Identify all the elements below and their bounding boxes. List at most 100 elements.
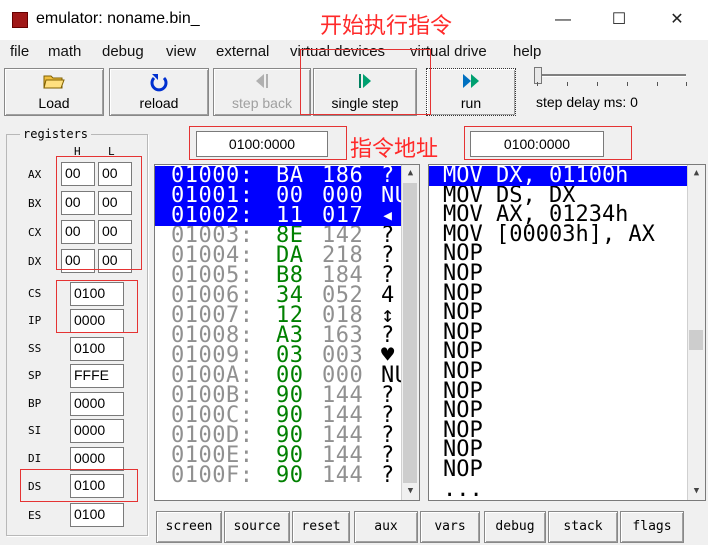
aux-button[interactable]: aux (354, 511, 418, 543)
ss-field[interactable]: 0100 (70, 337, 124, 361)
memory-dec: 184 (322, 263, 364, 288)
memory-addr: 01000: (171, 164, 254, 188)
memory-row[interactable]: 0100E: 90 144? (155, 443, 401, 468)
scroll-thumb[interactable] (403, 183, 417, 483)
memory-addr: 01005: (171, 263, 254, 288)
reg-name-ss: SS (28, 342, 42, 355)
memory-row[interactable]: 0100B: 90 144? (155, 385, 401, 407)
memory-hex: 34 (276, 283, 304, 308)
scroll-thumb[interactable] (689, 330, 703, 350)
menu-view[interactable]: view (166, 43, 196, 60)
disassembly-row[interactable]: ... (429, 478, 687, 500)
bp-field[interactable]: 0000 (70, 392, 124, 416)
reload-button[interactable]: reload (109, 68, 209, 116)
reset-button[interactable]: reset (292, 511, 350, 543)
memory-hex: 12 (276, 303, 304, 328)
memory-row[interactable]: 01005: B8 184? (155, 263, 401, 288)
memory-hex: B8 (276, 263, 304, 288)
stack-button[interactable]: stack (548, 511, 618, 543)
memory-row[interactable]: 01002: 11 017 ◂ (155, 205, 401, 227)
reg-name-bx: BX (28, 197, 42, 210)
disassembly-row[interactable]: NOP (429, 459, 687, 481)
scroll-down-arrow-icon[interactable]: ▼ (688, 483, 705, 500)
di-field[interactable]: 0000 (70, 447, 124, 471)
memory-dec: 144 (322, 403, 364, 428)
memory-row[interactable]: 01003: 8E 142? (155, 223, 401, 248)
highlight-disassembly-address (464, 126, 632, 160)
step-delay-label: step delay ms: 0 (536, 94, 638, 110)
menu-help[interactable]: help (513, 43, 541, 60)
menu-external[interactable]: external (216, 43, 269, 60)
disassembly-row[interactable]: NOP (429, 380, 687, 402)
memory-list[interactable]: 0100F: 90 144? 0100E: 90 144? 0100D: 90 144? 0100… (154, 164, 420, 501)
memory-row[interactable]: 0100F: 90 144? (155, 463, 401, 488)
maximize-button[interactable]: ☐ (606, 8, 632, 32)
memory-dec: 142 (322, 223, 364, 248)
step-back-button[interactable]: step back (213, 68, 311, 116)
source-button[interactable]: source (224, 511, 290, 543)
memory-addr: 0100E: (171, 443, 254, 468)
flags-button[interactable]: flags (620, 511, 684, 543)
disassembly-row[interactable]: NOP (429, 282, 687, 304)
reload-label: reload (139, 95, 179, 111)
memory-hex: DA (276, 243, 304, 268)
es-field[interactable]: 0100 (70, 503, 124, 527)
disassembly-row[interactable]: NOP (429, 263, 687, 285)
memory-row[interactable]: 01000: BA 186? (155, 164, 401, 188)
load-button[interactable]: Load (4, 68, 104, 116)
scroll-up-arrow-icon[interactable]: ▲ (402, 165, 419, 182)
memory-hex: 8E (276, 223, 304, 248)
debug-button[interactable]: debug (484, 511, 546, 543)
disassembly-row[interactable]: NOP (429, 243, 687, 265)
minimize-button[interactable]: — (550, 8, 576, 32)
disassembly-row[interactable]: NOP (429, 361, 687, 383)
disassembly-row[interactable]: NOP (429, 302, 687, 324)
disassembly-row[interactable]: NOP (429, 439, 687, 461)
slider-tick (567, 82, 568, 86)
memory-row[interactable]: 0100C: 90 144? (155, 403, 401, 428)
scroll-down-arrow-icon[interactable]: ▼ (402, 483, 419, 500)
disassembly-row[interactable]: NOP (429, 400, 687, 422)
reg-name-sp: SP (28, 369, 42, 382)
menu-math[interactable]: math (48, 43, 81, 60)
slider-tick (657, 82, 658, 86)
memory-addr: 01003: (171, 223, 254, 248)
step-delay-slider[interactable] (534, 67, 542, 84)
memory-addr: 0100C: (171, 403, 254, 428)
memory-hex: 90 (276, 463, 304, 488)
memory-chr: ? (381, 463, 395, 488)
memory-dec: 018 (322, 303, 364, 328)
memory-hex: 00 (276, 183, 304, 208)
disassembly-list[interactable]: ... NOP NOP NOP NOP NOP NOP NOP NOP NOP NOP NOP NOP M… (428, 164, 706, 501)
sp-field[interactable]: FFFE (70, 364, 124, 388)
run-button[interactable]: run (426, 68, 516, 116)
menu-debug[interactable]: debug (102, 43, 144, 60)
memory-row[interactable]: 01004: DA 218? (155, 243, 401, 268)
menu-file[interactable]: file (10, 43, 29, 60)
disassembly-row[interactable]: NOP (429, 321, 687, 343)
memory-hex: 03 (276, 343, 304, 368)
open-folder-icon (5, 72, 103, 94)
disassembly-row[interactable]: NOP (429, 419, 687, 441)
disassembly-row[interactable]: MOV AX, 01234h (429, 204, 687, 226)
close-button[interactable]: ✕ (664, 8, 690, 32)
memory-row[interactable]: 0100D: 90 144? (155, 423, 401, 448)
memory-row[interactable]: 01009: 03 003 ♥ (155, 343, 401, 368)
disassembly-row[interactable]: NOP (429, 341, 687, 363)
si-field[interactable]: 0000 (70, 419, 124, 443)
vars-button[interactable]: vars (420, 511, 480, 543)
disassembly-row[interactable]: MOV DX, 01100h (429, 165, 687, 187)
memory-row[interactable]: 01001: 00 000 NU (155, 183, 408, 208)
memory-row[interactable]: 0100A: 00 000 NU (155, 363, 408, 388)
memory-addr: 0100D: (171, 423, 254, 448)
memory-row[interactable]: 01008: A3 163? (155, 325, 401, 347)
disassembly-scrollbar[interactable]: ▲ ▼ (687, 165, 705, 500)
disassembly-row[interactable]: MOV DS, DX (429, 184, 687, 206)
memory-row[interactable]: 01006: 34 052 4 (155, 283, 401, 308)
memory-scrollbar[interactable]: ▲ ▼ (401, 165, 419, 500)
disassembly-row[interactable]: MOV [00003h], AX (429, 223, 687, 245)
memory-row[interactable]: 01007: 12 018 ↕ (155, 303, 401, 328)
screen-button[interactable]: screen (156, 511, 222, 543)
scroll-up-arrow-icon[interactable]: ▲ (688, 165, 705, 182)
memory-addr: 0100A: (171, 363, 254, 388)
